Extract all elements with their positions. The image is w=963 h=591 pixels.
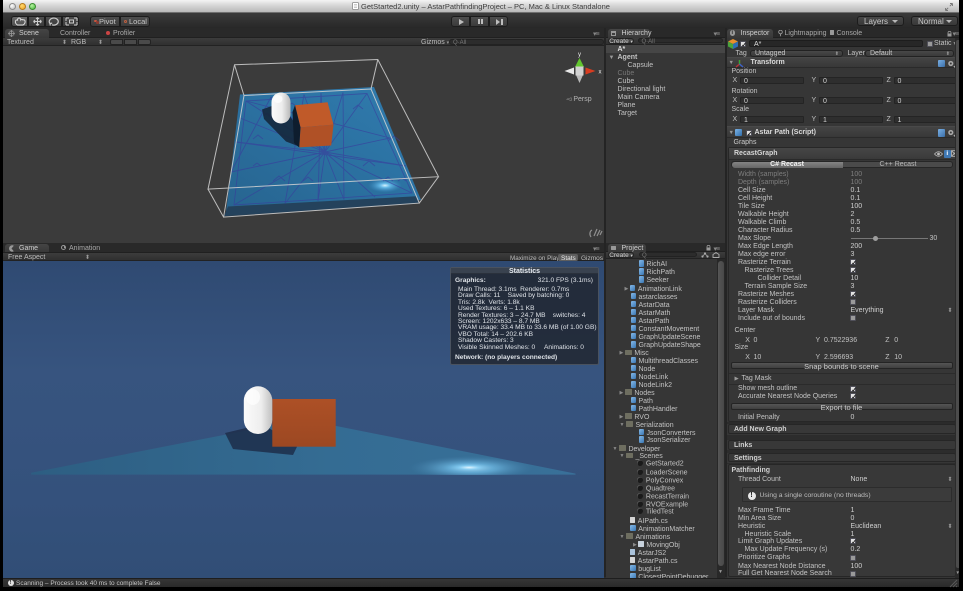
- svg-text:◅ Persp: ◅ Persp: [566, 96, 592, 103]
- svg-text:y: y: [578, 52, 581, 58]
- svg-text:x: x: [599, 69, 602, 75]
